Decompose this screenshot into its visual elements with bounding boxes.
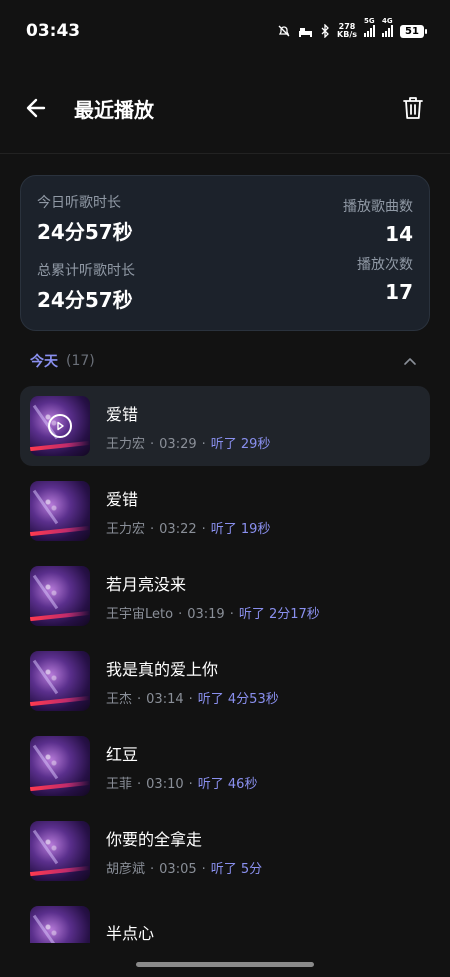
song-meta: 王力宏 · 03:22 · 听了 19秒 [106, 521, 271, 537]
status-icons: 278 KB/s 5G 4G 51 [277, 17, 427, 39]
play-count: 播放次数 17 [357, 254, 413, 304]
collapse-button[interactable] [400, 351, 420, 371]
bed-icon [299, 28, 313, 37]
song-item[interactable]: 若月亮没来 王宇宙Leto · 03:19 · 听了 2分17秒 [20, 556, 430, 636]
songs-played-label: 播放歌曲数 [343, 199, 413, 215]
play-icon[interactable] [48, 414, 72, 438]
arrow-left-icon [26, 98, 46, 118]
home-indicator[interactable] [136, 962, 314, 967]
album-cover [30, 821, 90, 881]
song-title: 我是真的爱上你 [106, 659, 219, 679]
total-duration-value: 24分57秒 [37, 288, 133, 312]
song-item[interactable]: 红豆 王菲 · 03:10 · 听了 46秒 [20, 726, 430, 806]
song-item[interactable]: 半点心 [20, 896, 430, 943]
clear-history-button[interactable] [396, 91, 430, 125]
song-title: 红豆 [106, 744, 139, 764]
song-title: 爱错 [106, 489, 139, 509]
album-cover [30, 396, 90, 456]
listening-stats-card: 今日听歌时长 24分57秒 总累计听歌时长 24分57秒 播放歌曲数 14 播放… [20, 175, 430, 331]
today-duration: 今日听歌时长 24分57秒 [37, 192, 133, 245]
net-speed: 278 KB/s [337, 22, 357, 39]
trash-icon [403, 97, 423, 119]
songs-played: 播放歌曲数 14 [343, 196, 413, 246]
song-title: 你要的全拿走 [106, 829, 203, 849]
album-cover [30, 566, 90, 626]
album-cover [30, 906, 90, 943]
song-meta: 胡彦斌 · 03:05 · 听了 5分 [106, 861, 263, 877]
chevron-up-icon [404, 358, 416, 365]
album-cover [30, 481, 90, 541]
status-time: 03:43 [26, 21, 81, 41]
section-today[interactable]: 今天 (17) [30, 348, 420, 374]
signal-4g-icon: 4G [382, 17, 393, 37]
total-duration: 总累计听歌时长 24分57秒 [37, 260, 135, 313]
page-title: 最近播放 [74, 97, 154, 122]
battery-icon: 51 [400, 24, 427, 38]
album-cover [30, 651, 90, 711]
today-duration-value: 24分57秒 [37, 220, 133, 244]
header-divider [0, 153, 450, 154]
bluetooth-icon [321, 24, 329, 38]
songs-played-value: 14 [385, 222, 413, 246]
section-title: 今天 [30, 354, 58, 370]
song-list[interactable]: 爱错 王力宏 · 03:29 · 听了 29秒 爱错 王力宏 · 03:22 · 听了 19秒 … [20, 386, 430, 943]
song-meta: 王菲 · 03:10 · 听了 46秒 [106, 776, 258, 792]
total-duration-label: 总累计听歌时长 [37, 263, 135, 279]
play-count-label: 播放次数 [357, 257, 413, 273]
album-cover [30, 736, 90, 796]
mute-bell-icon [278, 25, 290, 37]
song-meta: 王力宏 · 03:29 · 听了 29秒 [106, 436, 271, 452]
status-bar: 03:43 278 KB/s 5G 4G 51 [0, 0, 450, 62]
song-title: 半点心 [106, 924, 155, 943]
song-title: 若月亮没来 [106, 574, 187, 594]
play-count-value: 17 [385, 280, 413, 304]
song-item[interactable]: 爱错 王力宏 · 03:29 · 听了 29秒 [20, 386, 430, 466]
song-meta: 王宇宙Leto · 03:19 · 听了 2分17秒 [106, 606, 320, 622]
song-meta: 王杰 · 03:14 · 听了 4分53秒 [106, 691, 279, 707]
back-button[interactable] [20, 92, 52, 124]
song-title: 爱错 [106, 404, 139, 424]
today-duration-label: 今日听歌时长 [37, 195, 121, 211]
song-item[interactable]: 我是真的爱上你 王杰 · 03:14 · 听了 4分53秒 [20, 641, 430, 721]
song-item[interactable]: 爱错 王力宏 · 03:22 · 听了 19秒 [20, 471, 430, 551]
section-count: (17) [66, 353, 95, 369]
header: 最近播放 [0, 76, 450, 140]
song-item[interactable]: 你要的全拿走 胡彦斌 · 03:05 · 听了 5分 [20, 811, 430, 891]
signal-5g-icon: 5G [364, 17, 375, 37]
